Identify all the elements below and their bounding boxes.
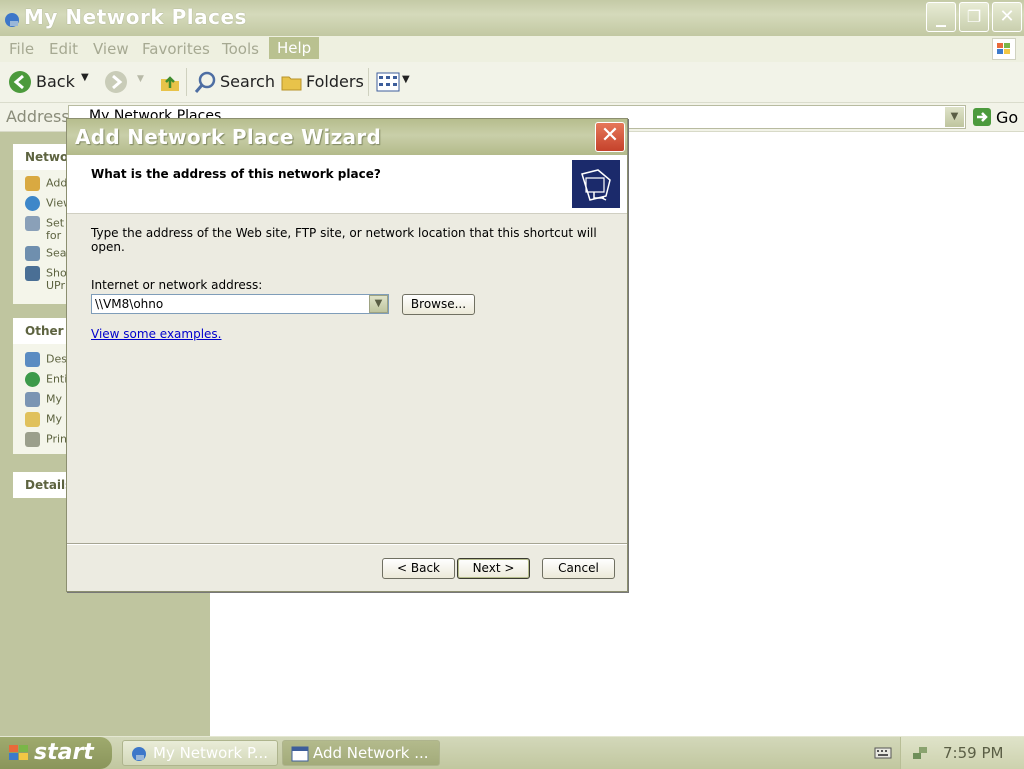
taskbar-item-wizard[interactable]: Add Network ... bbox=[282, 740, 440, 766]
back-arrow-icon bbox=[8, 70, 32, 98]
task-add-network-place[interactable]: Add bbox=[25, 176, 67, 191]
network-address-input[interactable] bbox=[91, 294, 389, 314]
clock[interactable]: 7:59 PM bbox=[943, 744, 1003, 762]
menu-favorites[interactable]: Favorites bbox=[142, 40, 210, 58]
network-places-icon bbox=[131, 746, 147, 765]
desktop-icon bbox=[25, 352, 40, 367]
upnp-icon bbox=[25, 266, 40, 281]
toolbar-separator bbox=[368, 68, 369, 96]
toolbar: Back ▼ ▼ Search Folders ▼ bbox=[0, 62, 1024, 103]
go-arrow-icon bbox=[972, 107, 992, 131]
menu-edit[interactable]: Edit bbox=[49, 40, 78, 58]
network-tray-icon[interactable] bbox=[911, 744, 929, 766]
menu-help[interactable]: Help bbox=[269, 37, 320, 59]
dialog-title-bar[interactable]: Add Network Place Wizard ✕ bbox=[67, 119, 627, 155]
search-button[interactable]: Search bbox=[194, 69, 275, 98]
start-button[interactable]: start bbox=[0, 737, 112, 769]
window-title-bar[interactable]: My Network Places _ ❐ ✕ bbox=[0, 0, 1024, 36]
network-setup-icon bbox=[25, 216, 40, 231]
browse-button[interactable]: Browse... bbox=[402, 294, 475, 315]
views-dropdown-icon: ▼ bbox=[402, 74, 410, 85]
windows-logo-icon bbox=[992, 38, 1016, 60]
keyboard-language-icon[interactable] bbox=[874, 744, 892, 764]
task-setup-network-line2: for bbox=[46, 229, 62, 242]
system-tray: 7:59 PM bbox=[900, 737, 1024, 769]
menu-file[interactable]: File bbox=[9, 40, 34, 58]
address-field-label: Internet or network address: bbox=[91, 278, 263, 292]
address-dropdown-icon[interactable]: ▼ bbox=[945, 107, 964, 127]
computer-icon bbox=[25, 392, 40, 407]
documents-icon bbox=[25, 412, 40, 427]
menu-view[interactable]: View bbox=[93, 40, 129, 58]
place-my-documents[interactable]: My bbox=[25, 412, 62, 427]
printer-icon bbox=[25, 432, 40, 447]
menu-bar: File Edit View Favorites Tools Help bbox=[0, 36, 1024, 62]
back-button[interactable]: < Back bbox=[382, 558, 455, 579]
task-search[interactable]: Sea bbox=[25, 246, 67, 261]
maximize-button[interactable]: ❐ bbox=[959, 2, 989, 32]
search-computers-icon bbox=[25, 246, 40, 261]
folders-button[interactable]: Folders bbox=[280, 69, 364, 95]
back-button[interactable]: Back ▼ bbox=[8, 69, 94, 95]
views-button[interactable]: ▼ bbox=[374, 70, 414, 94]
globe-icon bbox=[25, 372, 40, 387]
place-printers[interactable]: Prin bbox=[25, 432, 67, 447]
dialog-title: Add Network Place Wizard bbox=[75, 125, 382, 149]
dialog-header: What is the address of this network plac… bbox=[67, 155, 627, 214]
folders-icon bbox=[280, 70, 304, 98]
dialog-separator bbox=[67, 543, 627, 545]
place-desktop[interactable]: Des bbox=[25, 352, 67, 367]
views-icon bbox=[376, 71, 400, 97]
task-show-upnp-line2: UPr bbox=[46, 279, 66, 292]
forward-arrow-icon[interactable] bbox=[104, 70, 128, 98]
forward-dropdown-icon[interactable]: ▼ bbox=[137, 74, 144, 84]
next-button[interactable]: Next > bbox=[457, 558, 530, 579]
place-entire-network[interactable]: Enti bbox=[25, 372, 67, 387]
dialog-question: What is the address of this network plac… bbox=[91, 167, 381, 181]
back-dropdown-icon[interactable]: ▼ bbox=[81, 72, 89, 83]
add-place-icon bbox=[25, 176, 40, 191]
globe-icon bbox=[25, 196, 40, 211]
place-my-computer[interactable]: My bbox=[25, 392, 62, 407]
dialog-close-button[interactable]: ✕ bbox=[595, 122, 625, 152]
dialog-instruction: Type the address of the Web site, FTP si… bbox=[91, 226, 597, 254]
network-folder-icon bbox=[572, 160, 620, 208]
cancel-button[interactable]: Cancel bbox=[542, 558, 615, 579]
close-button[interactable]: ✕ bbox=[992, 2, 1022, 32]
search-icon bbox=[194, 70, 218, 98]
add-network-place-wizard: Add Network Place Wizard ✕ What is the a… bbox=[66, 118, 628, 592]
menu-tools[interactable]: Tools bbox=[222, 40, 259, 58]
go-button[interactable]: Go bbox=[970, 105, 1022, 129]
toolbar-separator bbox=[186, 68, 187, 96]
address-combo-arrow-icon[interactable]: ▼ bbox=[369, 295, 388, 313]
view-examples-link[interactable]: View some examples. bbox=[91, 327, 222, 341]
network-places-icon bbox=[4, 9, 20, 27]
taskbar-item-network-places[interactable]: My Network P... bbox=[122, 740, 278, 766]
wizard-window-icon bbox=[291, 746, 309, 765]
windows-flag-icon bbox=[8, 743, 30, 769]
up-folder-icon[interactable] bbox=[158, 70, 182, 98]
window-title: My Network Places bbox=[24, 5, 247, 29]
minimize-button[interactable]: _ bbox=[926, 2, 956, 32]
address-label: Address bbox=[6, 107, 70, 126]
taskbar: start My Network P... Add Network ... 7:… bbox=[0, 736, 1024, 769]
